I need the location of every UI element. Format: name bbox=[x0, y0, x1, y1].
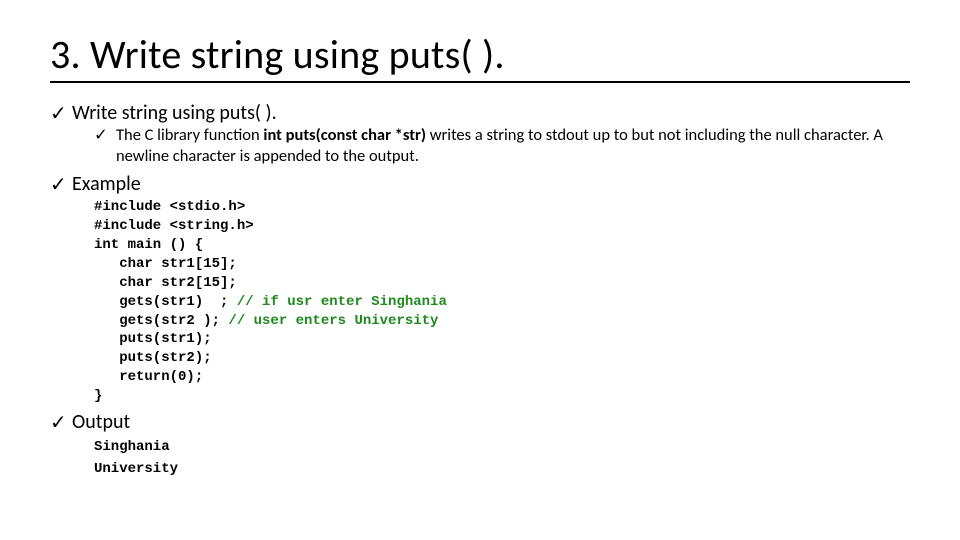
output-block: Singhania University bbox=[50, 436, 910, 481]
bullet-list-2: Output bbox=[50, 410, 910, 434]
bullet-write-string: Write string using puts( ). The C librar… bbox=[50, 101, 910, 166]
code-comment: // if usr enter Singhania bbox=[237, 294, 447, 310]
desc-pre: The C library function bbox=[116, 125, 263, 145]
bullet-label: Example bbox=[72, 172, 141, 196]
bullet-list: Write string using puts( ). The C librar… bbox=[50, 101, 910, 196]
output-line: University bbox=[94, 461, 178, 477]
bullet-description: The C library function int puts(const ch… bbox=[94, 125, 910, 166]
code-line: puts(str2); bbox=[94, 350, 212, 366]
bullet-output: Output bbox=[50, 410, 910, 434]
code-line: } bbox=[94, 388, 102, 404]
slide: 3. Write string using puts( ). Write str… bbox=[0, 0, 960, 540]
code-line: #include <stdio.h> bbox=[94, 199, 245, 215]
code-line: puts(str1); bbox=[94, 331, 212, 347]
code-comment: // user enters University bbox=[228, 313, 438, 329]
bullet-label: Output bbox=[72, 410, 130, 434]
code-line: #include <string.h> bbox=[94, 218, 254, 234]
bullet-example: Example bbox=[50, 172, 910, 196]
code-line: gets(str2 ); bbox=[94, 313, 228, 329]
code-line: char str2[15]; bbox=[94, 275, 237, 291]
slide-title: 3. Write string using puts( ). bbox=[50, 30, 910, 83]
code-line: return(0); bbox=[94, 369, 203, 385]
bullet-label: Write string using puts( ). bbox=[72, 101, 277, 125]
desc-bold: int puts(const char *str) bbox=[263, 125, 426, 145]
code-example: #include <stdio.h> #include <string.h> i… bbox=[50, 198, 910, 406]
code-line: gets(str1) ; bbox=[94, 294, 237, 310]
bullet-sub-wrap: The C library function int puts(const ch… bbox=[72, 125, 910, 166]
code-line: int main () { bbox=[94, 237, 203, 253]
code-line: char str1[15]; bbox=[94, 256, 237, 272]
output-line: Singhania bbox=[94, 439, 170, 455]
